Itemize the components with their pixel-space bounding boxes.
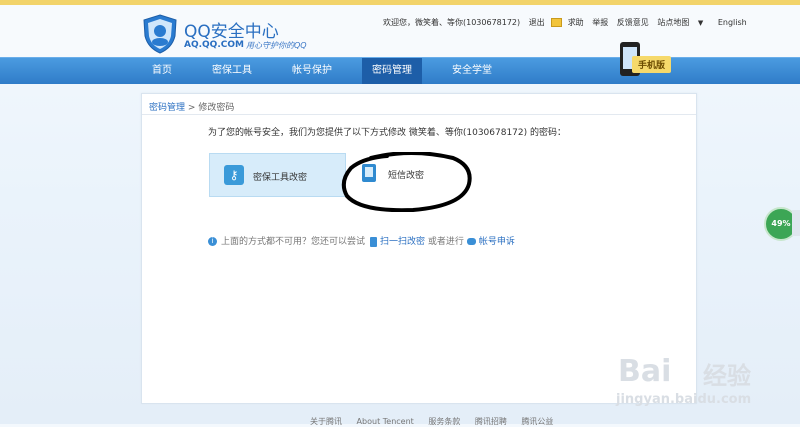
footer-link[interactable]: 服务条款 xyxy=(428,417,460,426)
breadcrumb-parent[interactable]: 密码管理 xyxy=(149,103,185,113)
footer-link[interactable]: About Tencent xyxy=(357,417,414,426)
mobile-tag: 手机版 xyxy=(632,56,672,73)
baidu-watermark: Bai 经验 jingyan.baidu.com xyxy=(588,334,798,424)
help-prefix: 上面的方式都不可用？您还可以尝试 xyxy=(221,237,366,247)
nav-security-tools[interactable]: 密保工具 xyxy=(202,58,262,84)
hand-drawn-circle xyxy=(341,152,472,212)
brand-slogan: 用心守护你的QQ xyxy=(246,41,307,50)
nav-password-management[interactable]: 密码管理 xyxy=(362,58,422,84)
welcome-text: 欢迎您，微笑着、等你(1030678172) xyxy=(383,18,521,27)
breadcrumb: 密码管理 > 修改密码 xyxy=(149,100,234,113)
info-icon: i xyxy=(208,237,217,246)
brand-title[interactable]: QQ安全中心 xyxy=(184,17,279,42)
footer-link[interactable]: 关于腾讯 xyxy=(310,417,342,426)
help-link[interactable]: 求助 xyxy=(568,18,584,27)
mail-icon[interactable] xyxy=(550,18,562,27)
qq-shield-logo-icon xyxy=(143,14,177,54)
nav-security-school[interactable]: 安全学堂 xyxy=(442,58,502,84)
breadcrumb-separator: > xyxy=(187,103,196,113)
report-link[interactable]: 举报 xyxy=(592,18,608,27)
security-tool-option[interactable]: ⚷ 密保工具改密 xyxy=(209,153,346,197)
nav-account-protection[interactable]: 帐号保护 xyxy=(282,58,342,84)
brand-url: AQ.QQ.COM xyxy=(184,40,244,50)
footer: 关于腾讯 About Tencent 服务条款 腾讯招聘 腾讯公益 xyxy=(310,416,565,427)
appeal-link[interactable]: 帐号申诉 xyxy=(479,237,515,247)
feedback-link[interactable]: 反馈意见 xyxy=(617,18,649,27)
security-tool-label: 密保工具改密 xyxy=(253,173,308,183)
top-links: 欢迎您，微笑着、等你(1030678172) 退出 求助 举报 反馈意见 站点地图… xyxy=(383,17,753,28)
divider xyxy=(142,114,696,115)
sitemap-label: 站点地图 xyxy=(657,18,690,27)
scan-link[interactable]: 扫一扫改密 xyxy=(380,237,425,247)
caret-down-icon: ▼ xyxy=(697,19,704,27)
footer-link[interactable]: 腾讯招聘 xyxy=(475,417,507,426)
nav-home[interactable]: 首页 xyxy=(142,58,182,84)
key-icon: ⚷ xyxy=(224,165,244,185)
watermark-url: jingyan.baidu.com xyxy=(616,392,752,407)
side-tab[interactable] xyxy=(792,210,800,236)
logout-link[interactable]: 退出 xyxy=(529,18,545,27)
sitemap-link[interactable]: 站点地图 ▼ xyxy=(657,18,709,27)
chat-bubble-icon xyxy=(466,238,476,245)
footer-link[interactable]: 腾讯公益 xyxy=(521,417,553,426)
intro-text: 为了您的帐号安全，我们为您提供了以下方式修改 微笑着、等你(1030678172… xyxy=(208,128,567,138)
mobile-version-link[interactable]: 手机版 xyxy=(612,42,692,82)
alternative-methods: i 上面的方式都不可用？您还可以尝试 扫一扫改密 或者进行 帐号申诉 xyxy=(208,234,515,247)
breadcrumb-current: 修改密码 xyxy=(198,103,235,113)
scan-phone-icon xyxy=(370,236,378,247)
watermark-cn: 经验 xyxy=(703,362,751,390)
watermark-text: Bai xyxy=(618,354,672,389)
help-middle: 或者进行 xyxy=(427,237,464,247)
language-link[interactable]: English xyxy=(718,18,747,27)
